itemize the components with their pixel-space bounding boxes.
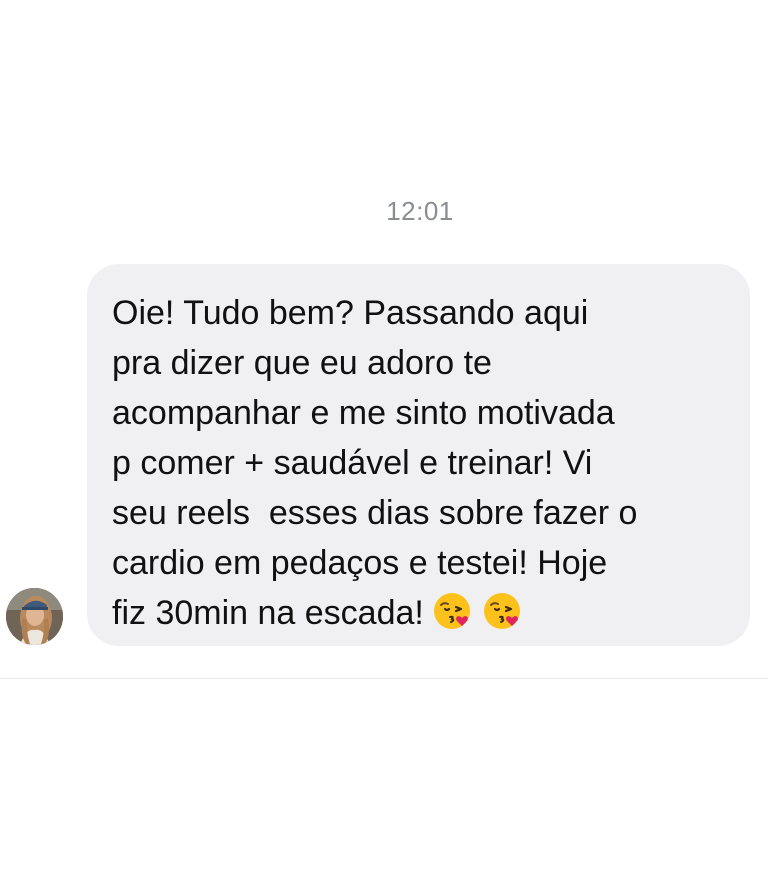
message-text-line: pra dizer que eu adoro te [112, 344, 492, 382]
divider [0, 678, 768, 679]
message-text-line: seu reels esses dias sobre fazer o [112, 494, 638, 532]
sender-avatar[interactable] [6, 588, 63, 645]
face-blowing-kiss-icon [433, 593, 470, 629]
message-text-line: acompanhar e me sinto motivada [112, 394, 615, 432]
face-blowing-kiss-icon [483, 593, 520, 629]
incoming-message-row: Oie! Tudo bem? Passando aqui pra dizer q… [0, 264, 768, 646]
message-text-line: cardio em pedaços e testei! Hoje [112, 544, 608, 582]
message-timestamp: 12:01 [386, 196, 454, 226]
message-last-line: fiz 30min na escada! [112, 588, 726, 638]
message-text-line: Oie! Tudo bem? Passando aqui [112, 294, 589, 332]
message-text-line: p comer + saudável e treinar! Vi [112, 444, 593, 482]
message-text-line: fiz 30min na escada! [112, 594, 424, 632]
message-bubble[interactable]: Oie! Tudo bem? Passando aqui pra dizer q… [87, 264, 750, 646]
